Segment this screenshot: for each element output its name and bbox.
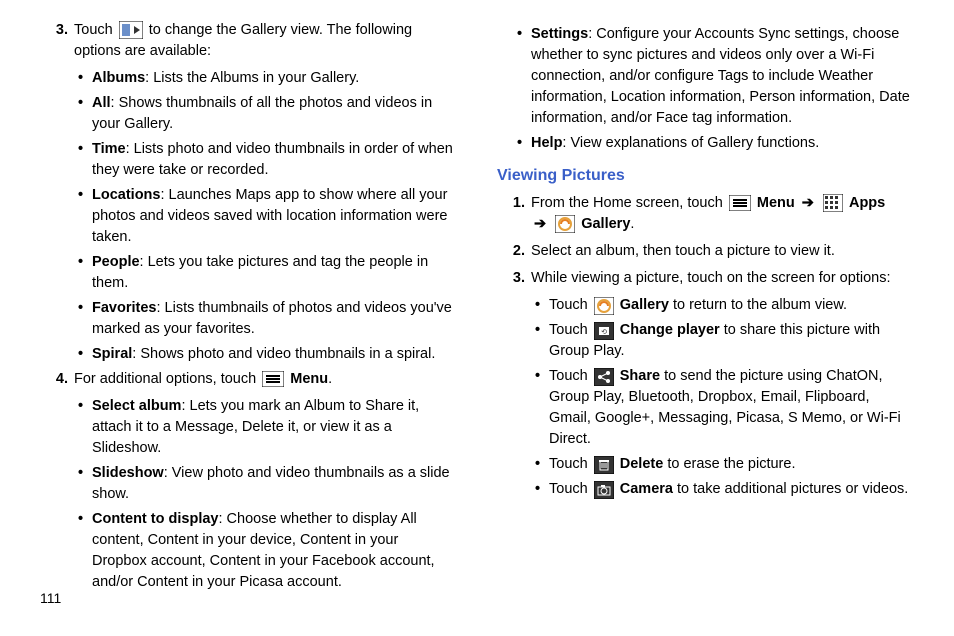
list-item: •Select album: Lets you mark an Album to… [68,396,457,459]
step-text-prefix: For additional options, touch [74,371,260,387]
viewing-step-3-options: • Touch Gallery to return to the album v… [497,295,914,500]
step-number: 1. [497,193,531,235]
view-switch-icon [119,21,143,39]
option-label: Camera [620,481,673,497]
list-item: •Help: View explanations of Gallery func… [507,133,914,154]
list-item: • Touch ⟲ Change player to share this pi… [525,320,914,362]
step-number: 3. [40,20,74,62]
page-number: 111 [40,590,61,606]
apps-grid-icon [823,194,843,212]
step-body: While viewing a picture, touch on the sc… [531,268,914,289]
list-item: •Favorites: Lists thumbnails of photos a… [68,298,457,340]
camera-icon [594,481,614,499]
menu-icon [729,195,751,211]
document-page: 3. Touch to change the Gallery view. The… [0,0,954,590]
option-label: Albums [92,70,145,86]
list-item: •Slideshow: View photo and video thumbna… [68,463,457,505]
option-label: Share [620,368,660,384]
option-label: Gallery [620,297,669,313]
menu-label: Menu [290,371,328,387]
step-3: 3. Touch to change the Gallery view. The… [40,20,457,62]
option-label: Select album [92,398,181,414]
option-prefix: Touch [549,322,592,338]
option-desc: to return to the album view. [669,297,847,313]
list-item: •People: Lets you take pictures and tag … [68,252,457,294]
list-item: •Albums: Lists the Albums in your Galler… [68,68,457,89]
step-body: Select an album, then touch a picture to… [531,241,914,262]
delete-icon [594,456,614,474]
left-column: 3. Touch to change the Gallery view. The… [40,20,457,580]
list-item: •Spiral: Shows photo and video thumbnail… [68,344,457,365]
option-label: Locations [92,187,160,203]
menu-label: Menu [757,195,795,211]
option-label: Settings [531,26,588,42]
step-body: Touch to change the Gallery view. The fo… [74,20,457,62]
option-desc: to erase the picture. [663,456,795,472]
option-prefix: Touch [549,297,592,313]
option-desc: : Lists photo and video thumbnails in or… [92,141,453,178]
step-text-prefix: Touch [74,22,117,38]
option-desc: : Configure your Accounts Sync settings,… [531,26,910,126]
option-label: All [92,95,111,111]
option-desc: to take additional pictures or videos. [673,481,908,497]
step-body: For additional options, touch Menu. [74,369,457,390]
gallery-label: Gallery [581,216,630,232]
share-icon [594,368,614,386]
option-desc: : View explanations of Gallery functions… [562,135,819,151]
option-label: Favorites [92,300,156,316]
gallery-icon [555,215,575,233]
right-column: •Settings: Configure your Accounts Sync … [497,20,914,580]
continued-options: •Settings: Configure your Accounts Sync … [497,24,914,154]
change-player-icon: ⟲ [594,322,614,340]
list-item: •All: Shows thumbnails of all the photos… [68,93,457,135]
section-heading: Viewing Pictures [497,164,914,187]
list-item: •Locations: Launches Maps app to show wh… [68,185,457,248]
option-label: Change player [620,322,720,338]
list-item: • Touch Camera to take additional pictur… [525,479,914,500]
option-desc: : Shows thumbnails of all the photos and… [92,95,432,132]
list-item: •Time: Lists photo and video thumbnails … [68,139,457,181]
viewing-step-2: 2. Select an album, then touch a picture… [497,241,914,262]
option-prefix: Touch [549,481,592,497]
option-label: Time [92,141,126,157]
list-item: •Content to display: Choose whether to d… [68,509,457,593]
gallery-icon [594,297,614,315]
arrow-icon: ➔ [531,216,549,232]
option-label: Slideshow [92,465,164,481]
option-label: Help [531,135,562,151]
step-number: 2. [497,241,531,262]
apps-label: Apps [849,195,885,211]
option-desc: : Lets you take pictures and tag the peo… [92,254,428,291]
step-text: From the Home screen, touch [531,195,727,211]
arrow-icon: ➔ [799,195,817,211]
option-prefix: Touch [549,456,592,472]
step-number: 3. [497,268,531,289]
step-4-options: •Select album: Lets you mark an Album to… [40,396,457,593]
viewing-step-3: 3. While viewing a picture, touch on the… [497,268,914,289]
list-item: •Settings: Configure your Accounts Sync … [507,24,914,129]
option-label: Delete [620,456,664,472]
list-item: • Touch Gallery to return to the album v… [525,295,914,316]
list-item: • Touch Delete to erase the picture. [525,454,914,475]
period: . [328,371,332,387]
menu-icon [262,371,284,387]
period: . [630,216,634,232]
step-body: From the Home screen, touch Menu ➔ Apps … [531,193,914,235]
option-desc: : Shows photo and video thumbnails in a … [132,346,435,362]
option-desc: : Lists the Albums in your Gallery. [145,70,359,86]
svg-text:⟲: ⟲ [601,329,607,336]
option-prefix: Touch [549,368,592,384]
option-label: Content to display [92,511,218,527]
step-4: 4. For additional options, touch Menu. [40,369,457,390]
option-label: People [92,254,140,270]
step-3-options: •Albums: Lists the Albums in your Galler… [40,68,457,365]
option-label: Spiral [92,346,132,362]
list-item: • Touch Share to send the picture using … [525,366,914,450]
step-number: 4. [40,369,74,390]
viewing-step-1: 1. From the Home screen, touch Menu ➔ Ap… [497,193,914,235]
